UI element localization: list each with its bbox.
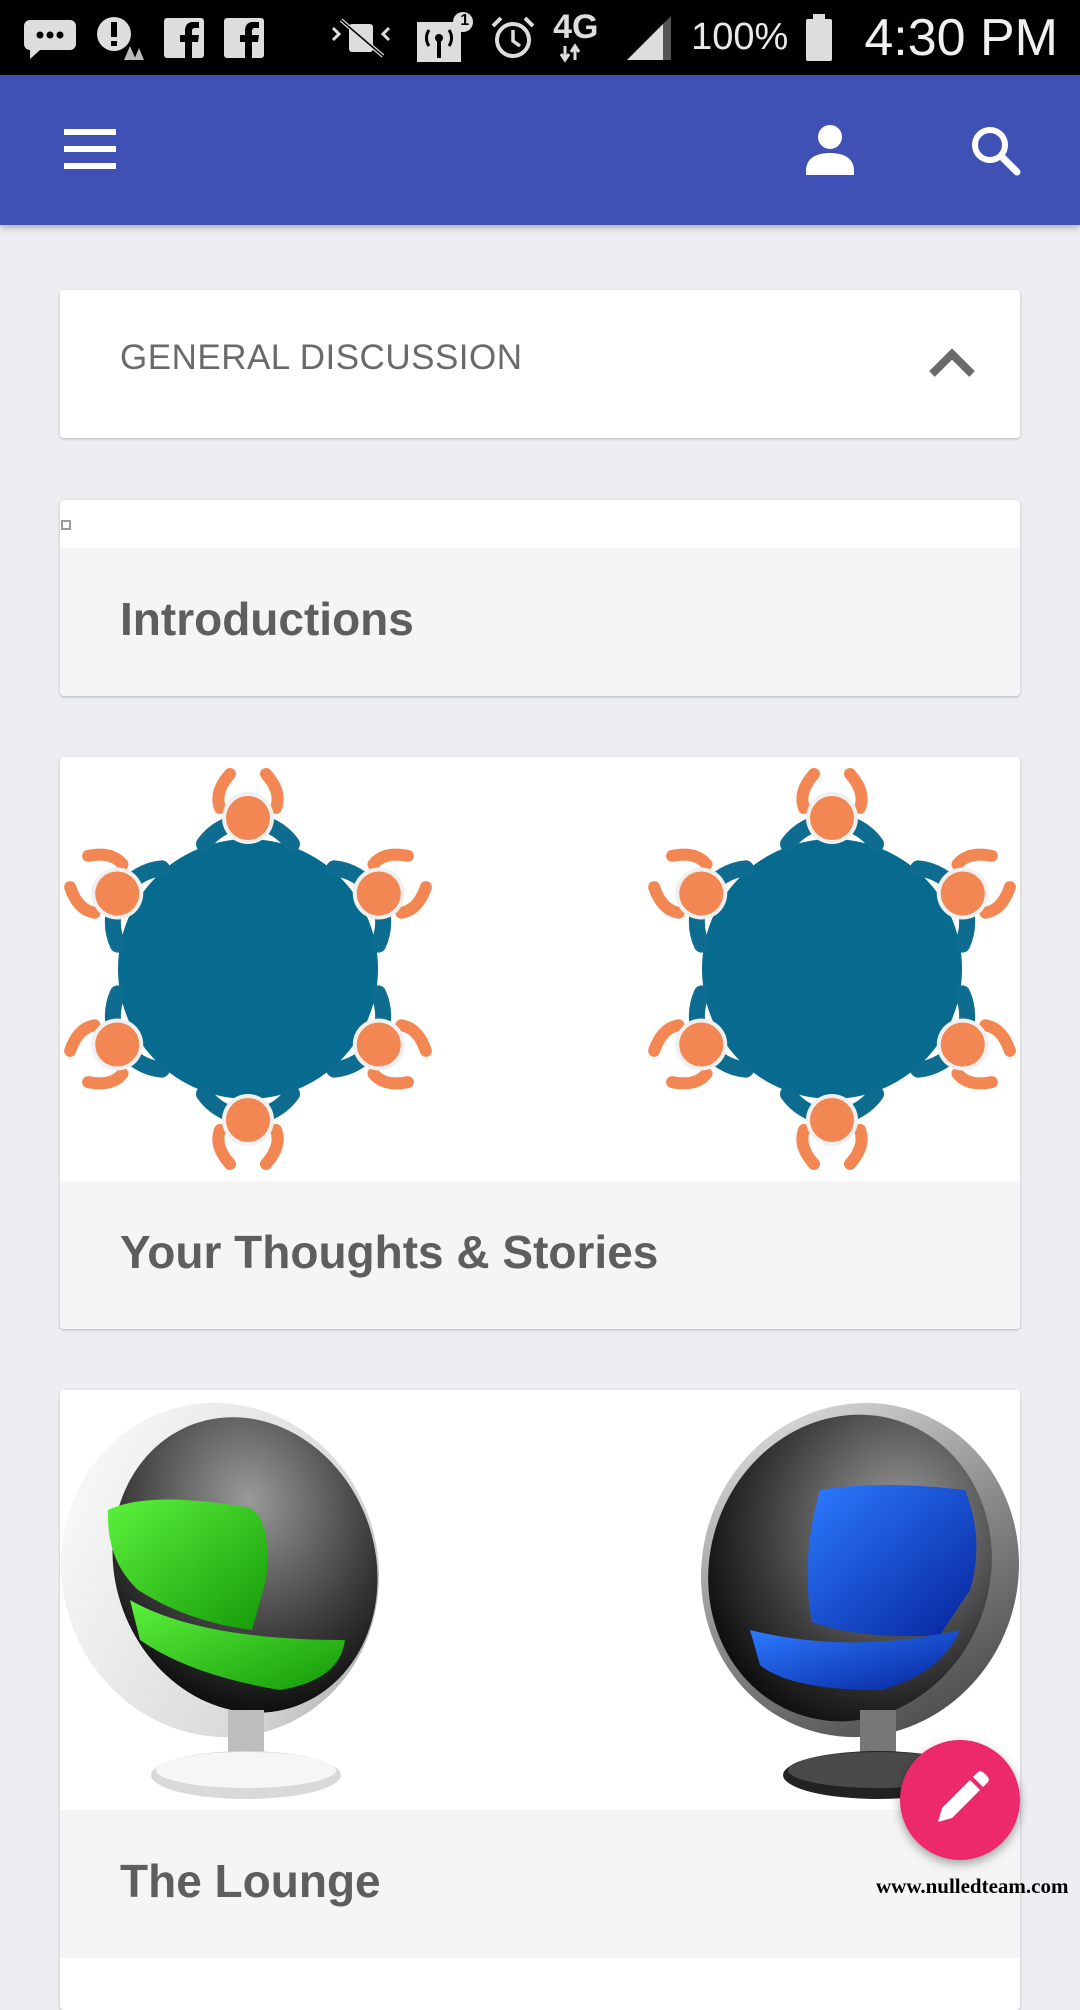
forum-title: Introductions [120, 593, 414, 645]
messages-icon [22, 12, 78, 64]
system-icons: 1 4G 100% 4:30 PM [329, 8, 1058, 68]
person-icon [806, 125, 854, 175]
app-bar [0, 75, 1080, 225]
forum-caption: Introductions [60, 548, 1020, 696]
alert-icon [94, 12, 146, 64]
forum-title: Your Thoughts & Stories [120, 1226, 659, 1278]
facebook-icon [162, 12, 206, 64]
battery-icon [804, 12, 834, 64]
pencil-icon [938, 1771, 989, 1822]
compose-fab[interactable] [900, 1740, 1020, 1860]
menu-button[interactable] [54, 119, 126, 181]
chevron-up-icon[interactable] [920, 336, 984, 388]
blue-egg-chair [701, 1402, 1019, 1799]
egg-chair-illustration [60, 1390, 1020, 1810]
hotspot-icon: 1 [411, 11, 474, 64]
watermark: www.nulledteam.com [876, 1874, 1069, 1898]
mute-icon [329, 12, 395, 64]
forum-title: The Lounge [120, 1855, 381, 1907]
section-header-general-discussion[interactable]: GENERAL DISCUSSION [60, 290, 1020, 438]
forum-caption: Your Thoughts & Stories [60, 1181, 1020, 1329]
battery-level: 100% [691, 16, 789, 58]
network-4g-lte-icon: 4G [553, 8, 607, 64]
alarm-icon [489, 12, 537, 64]
clock: 4:30 PM [864, 8, 1058, 67]
profile-button[interactable] [790, 115, 870, 185]
forum-card-introductions[interactable]: Introductions [60, 500, 1020, 696]
forum-image [60, 500, 1020, 548]
hamburger-menu-icon [64, 129, 116, 169]
status-bar: 1 4G 100% 4:30 PM [0, 0, 1080, 75]
search-icon [972, 127, 1021, 176]
green-egg-chair [61, 1402, 379, 1799]
round-table-meeting-illustration [60, 757, 1020, 1181]
broken-image-icon [61, 520, 71, 530]
section-title: GENERAL DISCUSSION [120, 338, 523, 377]
forum-card-the-lounge[interactable]: The Lounge [60, 1390, 1020, 2010]
hotspot-badge: 1 [460, 11, 470, 29]
search-button[interactable] [955, 115, 1035, 185]
signal-icon [623, 12, 675, 64]
forum-card-your-thoughts-stories[interactable]: Your Thoughts & Stories [60, 757, 1020, 1329]
notification-icons [22, 12, 266, 64]
facebook-icon [222, 12, 266, 64]
